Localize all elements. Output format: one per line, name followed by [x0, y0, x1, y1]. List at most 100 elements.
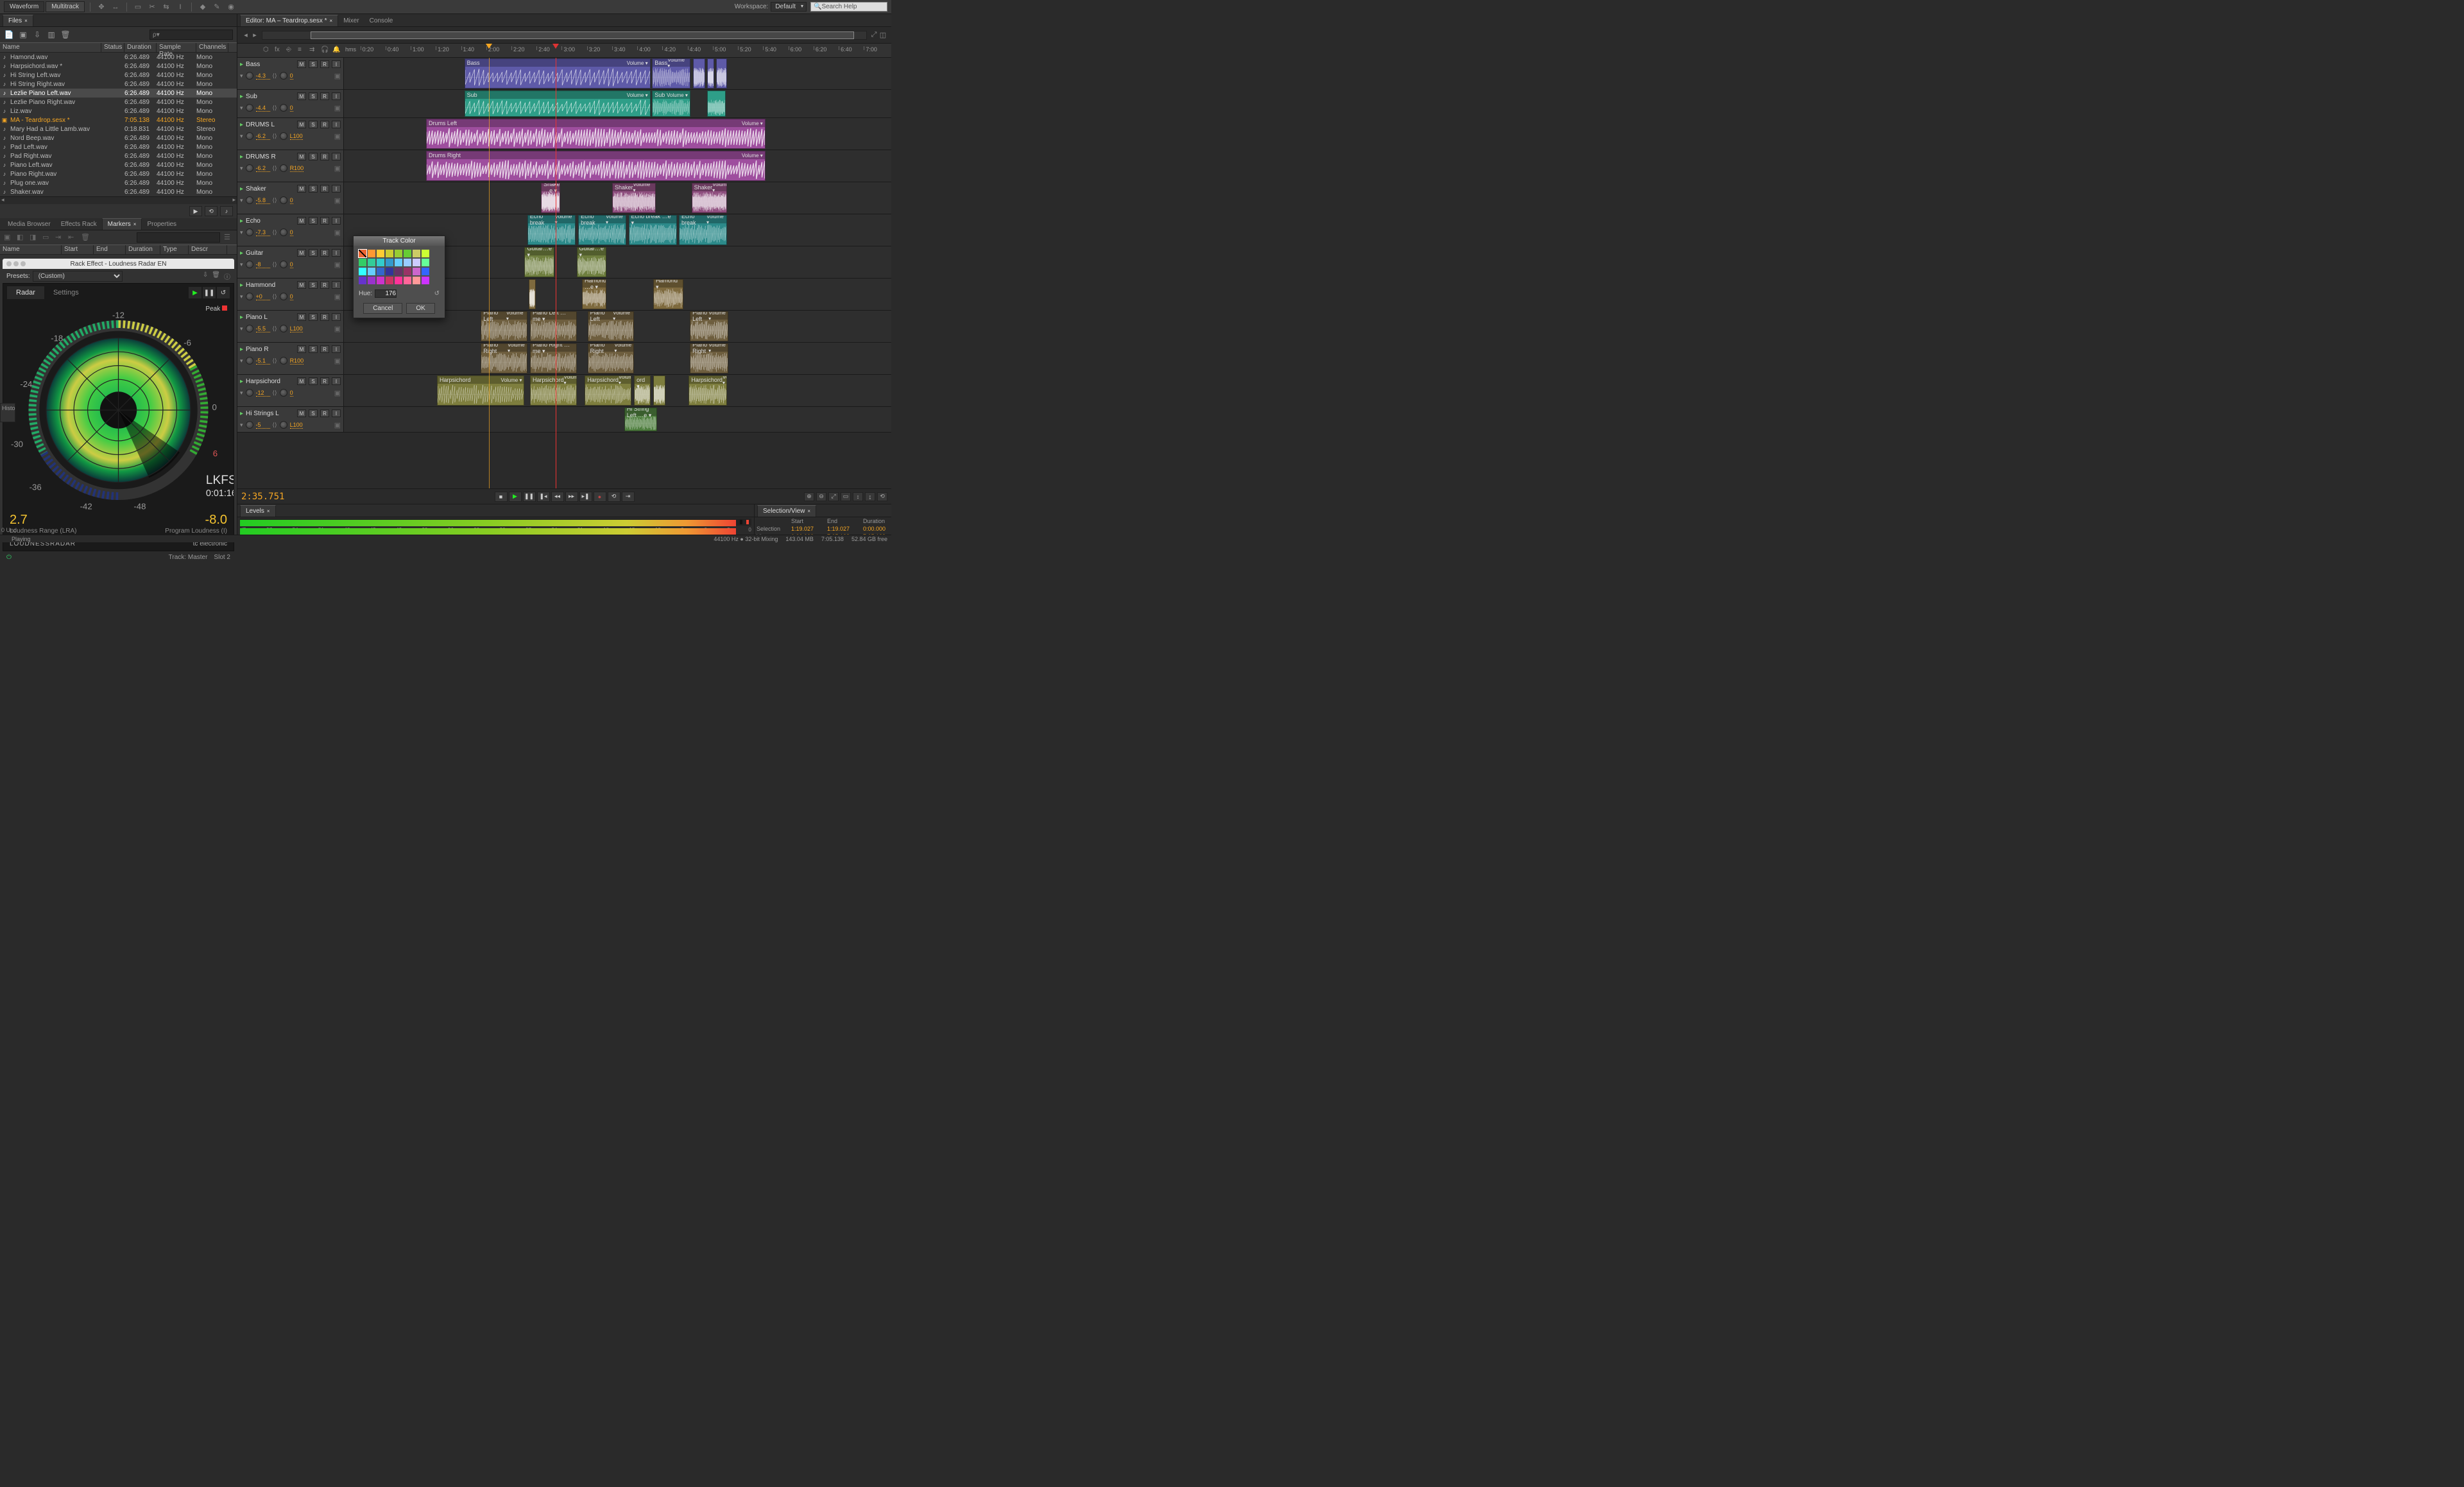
- track-fx-icon[interactable]: ▣: [334, 421, 341, 429]
- tool-move-icon[interactable]: ↔: [110, 2, 121, 12]
- multitrack-mode-button[interactable]: Multitrack: [46, 1, 85, 12]
- automation-icon[interactable]: ▾: [240, 325, 243, 332]
- ruler-snap-icon[interactable]: ⬡: [263, 46, 272, 55]
- arm-button[interactable]: R: [320, 281, 329, 289]
- arm-button[interactable]: R: [320, 313, 329, 321]
- hue-input[interactable]: [375, 289, 397, 298]
- color-swatch[interactable]: [386, 259, 393, 266]
- radar-power-icon[interactable]: ⏻: [6, 554, 12, 561]
- solo-button[interactable]: S: [309, 409, 318, 417]
- track-output-icon[interactable]: ▸: [240, 250, 243, 257]
- file-row[interactable]: ♪Shaker.wav6:26.48944100 HzMono: [0, 187, 237, 196]
- file-row[interactable]: ♪Hi String Right.wav6:26.48944100 HzMono: [0, 80, 237, 89]
- audio-clip[interactable]: Echo breakVolume ▾: [679, 215, 727, 245]
- overview-zoomreset-icon[interactable]: ◫: [878, 31, 887, 40]
- delete-icon[interactable]: 🗑: [60, 30, 71, 40]
- mute-button[interactable]: M: [297, 409, 306, 417]
- tool-spot-icon[interactable]: ◉: [226, 2, 236, 12]
- color-swatch[interactable]: [413, 250, 420, 257]
- arm-button[interactable]: R: [320, 153, 329, 160]
- pan-value[interactable]: R100: [290, 165, 304, 172]
- files-hscroll[interactable]: [0, 196, 237, 204]
- ruler-route-icon[interactable]: ⇉: [309, 46, 318, 55]
- pan-knob[interactable]: [280, 357, 287, 365]
- track-output-icon[interactable]: ▸: [240, 218, 243, 225]
- overview-zoomfit-icon[interactable]: ⤢: [869, 31, 878, 40]
- track-header[interactable]: ▸ Echo M S R I ▾ -7.3 ⟨⟩ 0 ▣: [237, 214, 344, 246]
- monitor-button[interactable]: I: [332, 92, 341, 100]
- color-swatch[interactable]: [368, 259, 375, 266]
- volume-value[interactable]: -5.5: [256, 325, 270, 332]
- color-swatch[interactable]: [422, 268, 429, 275]
- volume-value[interactable]: -8: [256, 261, 270, 268]
- audio-clip[interactable]: Piano Left …me ▾: [530, 311, 577, 341]
- current-time[interactable]: 2:35.751: [241, 492, 284, 502]
- audio-clip[interactable]: Hi String Left …e ▾: [624, 408, 657, 431]
- volume-value[interactable]: -12: [256, 390, 270, 397]
- pan-value[interactable]: 0: [290, 261, 293, 268]
- color-swatch[interactable]: [422, 250, 429, 257]
- automation-icon[interactable]: ▾: [240, 390, 243, 397]
- pan-value[interactable]: 0: [290, 229, 293, 236]
- open-file-icon[interactable]: 📄: [4, 30, 14, 40]
- audio-clip[interactable]: BassVolume ▾: [465, 58, 651, 89]
- pan-knob[interactable]: [280, 164, 287, 172]
- solo-button[interactable]: S: [309, 92, 318, 100]
- tool-heal-icon[interactable]: ◆: [198, 2, 208, 12]
- pan-knob[interactable]: [280, 104, 287, 112]
- files-tab[interactable]: Files×: [3, 15, 33, 26]
- file-row[interactable]: ♪Lezlie Piano Left.wav6:26.48944100 HzMo…: [0, 89, 237, 98]
- audio-clip[interactable]: [653, 375, 665, 406]
- overview-next-icon[interactable]: ▸: [250, 31, 259, 40]
- track-output-icon[interactable]: ▸: [240, 121, 243, 128]
- color-swatch[interactable]: [404, 277, 411, 284]
- cancel-button[interactable]: Cancel: [363, 303, 402, 314]
- pan-value[interactable]: L100: [290, 325, 303, 332]
- track-header[interactable]: ▸ Harpsichord M S R I ▾ -12 ⟨⟩ 0 ▣: [237, 375, 344, 406]
- audio-clip[interactable]: HarpsichordVolume ▾: [530, 375, 577, 406]
- zoom-fit-icon[interactable]: ⤢: [828, 492, 839, 501]
- track-name[interactable]: Echo: [246, 218, 295, 225]
- automation-icon[interactable]: ▾: [240, 133, 243, 140]
- track-name[interactable]: Hammond: [246, 282, 295, 289]
- track-fx-icon[interactable]: ▣: [334, 196, 341, 205]
- track-fx-icon[interactable]: ▣: [334, 325, 341, 333]
- audio-clip[interactable]: Piano LeftVolume ▾: [588, 311, 635, 341]
- mute-button[interactable]: M: [297, 92, 306, 100]
- mute-button[interactable]: M: [297, 281, 306, 289]
- solo-button[interactable]: S: [309, 60, 318, 68]
- color-swatch[interactable]: [404, 259, 411, 266]
- ok-button[interactable]: OK: [406, 303, 434, 314]
- volume-value[interactable]: -7.3: [256, 229, 270, 236]
- track-output-icon[interactable]: ▸: [240, 314, 243, 321]
- audio-clip[interactable]: Piano RightVolume ▾: [481, 343, 527, 374]
- track-name[interactable]: Shaker: [246, 185, 295, 193]
- track-output-icon[interactable]: ▸: [240, 93, 243, 100]
- color-swatch[interactable]: [395, 268, 402, 275]
- arm-button[interactable]: R: [320, 185, 329, 193]
- pan-knob[interactable]: [280, 293, 287, 300]
- track-output-icon[interactable]: ▸: [240, 378, 243, 385]
- volume-knob[interactable]: [246, 389, 253, 397]
- file-row[interactable]: ♪Piano Right.wav6:26.48944100 HzMono: [0, 169, 237, 178]
- files-list[interactable]: ♪Hamond.wav6:26.48944100 HzMono♪Harpsich…: [0, 53, 237, 196]
- time-ruler[interactable]: hms0:200:401:001:201:402:002:202:403:003…: [344, 44, 891, 57]
- import-icon[interactable]: ⇩: [32, 30, 42, 40]
- color-swatch[interactable]: [395, 250, 402, 257]
- color-swatch[interactable]: [359, 268, 366, 275]
- preview-play-button[interactable]: ▶: [189, 206, 202, 216]
- pan-value[interactable]: R100: [290, 357, 304, 365]
- volume-knob[interactable]: [246, 228, 253, 236]
- track-header[interactable]: ▸ Hammond M S R I ▾ +0 ⟨⟩ 0 ▣: [237, 279, 344, 310]
- volume-value[interactable]: -4.4: [256, 105, 270, 112]
- audio-clip[interactable]: Guitar…e ▾: [577, 247, 607, 277]
- color-swatch[interactable]: [422, 277, 429, 284]
- radar-preset-select[interactable]: (Custom): [33, 271, 123, 282]
- track-header[interactable]: ▸ Guitar M S R I ▾ -8 ⟨⟩ 0 ▣: [237, 246, 344, 278]
- track-name[interactable]: Bass: [246, 61, 295, 68]
- pan-knob[interactable]: [280, 389, 287, 397]
- color-swatch[interactable]: [422, 259, 429, 266]
- track-name[interactable]: Sub: [246, 93, 295, 100]
- arm-button[interactable]: R: [320, 249, 329, 257]
- mute-button[interactable]: M: [297, 313, 306, 321]
